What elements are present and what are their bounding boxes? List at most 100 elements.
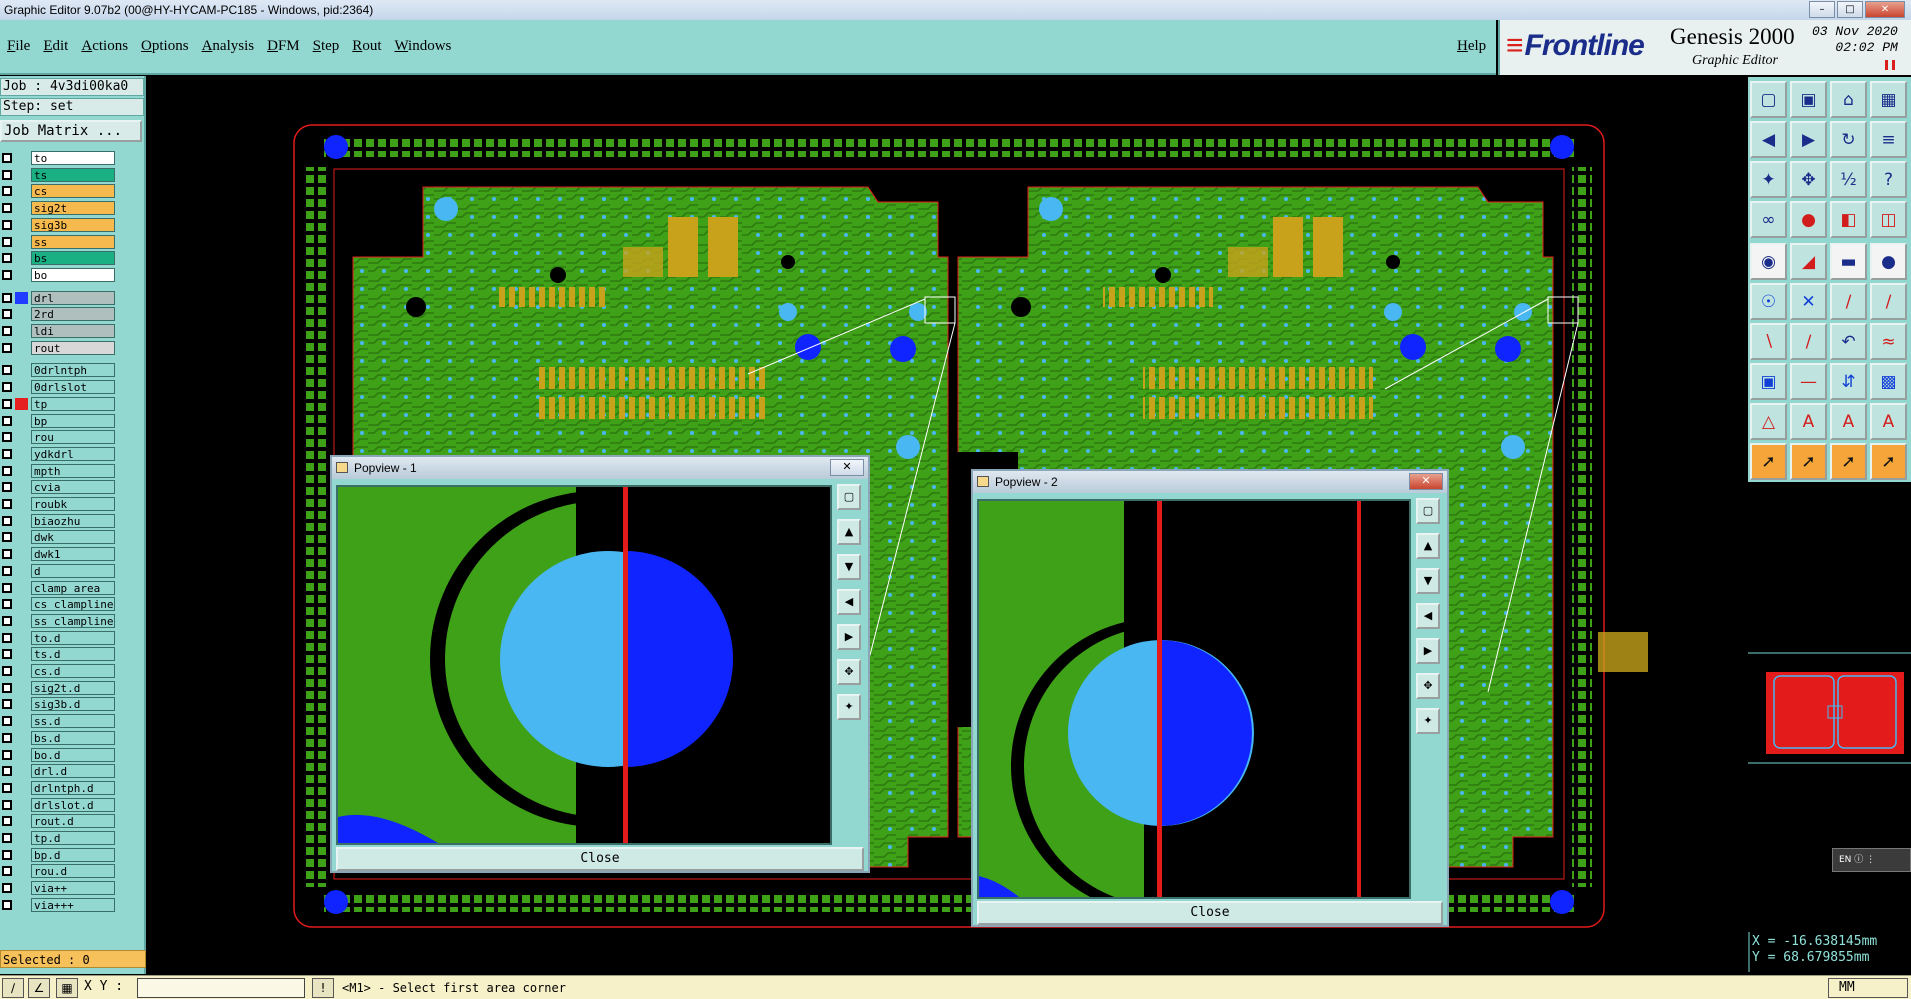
layer-row-bo-d[interactable]: bo.d [0, 747, 118, 763]
layer-name[interactable]: clamp_area [31, 580, 115, 595]
popview-1-window[interactable]: Popview - 1 ✕ ▢ ▲ ▼ ◀ ▶ ✥ ✦ Close [330, 455, 870, 873]
triangle-icon[interactable]: △ [1750, 403, 1787, 440]
layer-row-bp[interactable]: bp [0, 413, 118, 429]
layer-name[interactable]: ldi [31, 324, 115, 338]
layer-row-via-[interactable]: via+++ [0, 897, 118, 913]
layer-name[interactable]: to.d [31, 630, 115, 645]
layer-checkbox[interactable] [2, 766, 12, 777]
popview-pan-left-icon[interactable]: ◀ [1416, 603, 1440, 629]
snap-mode-icon[interactable]: ∕ [2, 978, 24, 998]
layer-name[interactable]: cs_clampline [31, 597, 115, 612]
menu-dfm[interactable]: DFM [267, 38, 300, 55]
layer-name[interactable]: dwk1 [31, 547, 115, 562]
layer-name[interactable]: cs [31, 184, 115, 199]
layer-name[interactable]: drlslot.d [31, 797, 115, 812]
layer-stack-icon[interactable]: ◫ [1870, 201, 1907, 238]
layer-name[interactable]: biaozhu [31, 513, 115, 528]
layer-name[interactable]: bp [31, 413, 115, 428]
layer-name[interactable]: roubk [31, 497, 115, 511]
redraw-icon[interactable]: ↻ [1830, 121, 1867, 158]
minimize-button[interactable]: – [1809, 1, 1835, 18]
select-arrow-icon[interactable]: ➚ [1750, 443, 1787, 480]
layer-checkbox[interactable] [2, 253, 12, 264]
layer-name[interactable]: mpth [31, 463, 115, 478]
text-a-icon[interactable]: A [1790, 403, 1827, 440]
layer-row-tp-d[interactable]: tp.d [0, 830, 118, 846]
layer-row-cs[interactable]: cs [0, 183, 118, 199]
xy-coordinate-input[interactable] [137, 978, 305, 998]
popview-2-window[interactable]: Popview - 2 ✕ ▢ ▲ ▼ ◀ ▶ ✥ ✦ Close [971, 469, 1449, 927]
snap-icon[interactable]: ● [1790, 201, 1827, 238]
popview-2-zoom-view[interactable] [977, 499, 1411, 899]
layer-checkbox[interactable] [2, 169, 12, 180]
layer-row-to-d[interactable]: to.d [0, 630, 118, 646]
layer-checkbox[interactable] [2, 615, 12, 626]
layer-name[interactable]: sig3b [31, 217, 115, 232]
layer-row-via-[interactable]: via++ [0, 880, 118, 896]
layer-checkbox[interactable] [2, 432, 12, 443]
popview-zoom-fit-icon[interactable]: ▢ [1416, 498, 1440, 524]
layer-name[interactable]: rou [31, 430, 115, 445]
popview-center-icon[interactable]: ✥ [837, 659, 861, 685]
layer-checkbox[interactable] [2, 582, 12, 593]
layer-checkbox[interactable] [2, 565, 12, 576]
popview-zoom-out-icon[interactable]: ▼ [837, 554, 861, 580]
circle-fill-icon[interactable]: ● [1870, 243, 1907, 280]
layer-checkbox[interactable] [2, 203, 12, 214]
menu-help[interactable]: Help [1457, 38, 1486, 55]
zoom-grid-icon[interactable]: ▦ [1870, 81, 1907, 118]
add-line-icon[interactable]: ∕ [1830, 283, 1867, 320]
draw-arc-icon[interactable]: ↶ [1830, 323, 1867, 360]
layer-checkbox[interactable] [2, 482, 12, 493]
align-icon[interactable]: ⇵ [1830, 363, 1867, 400]
popview-2-close-button[interactable]: Close [977, 901, 1443, 925]
popview-pan-left-icon[interactable]: ◀ [837, 589, 861, 615]
language-indicator[interactable]: EN ⓘ ⋮ [1832, 848, 1911, 872]
menu-edit[interactable]: Edit [43, 38, 68, 55]
layer-name[interactable]: bo.d [31, 747, 115, 762]
layer-name[interactable]: rout.d [31, 814, 115, 829]
layer-row-rou-d[interactable]: rou.d [0, 863, 118, 879]
layer-row-0drlntph[interactable]: 0drlntph [0, 362, 118, 378]
layer-checkbox[interactable] [2, 326, 12, 336]
layer-row-mpth[interactable]: mpth [0, 463, 118, 479]
layer-row-biaozhu[interactable]: biaozhu [0, 513, 118, 529]
layer-checkbox[interactable] [2, 716, 12, 727]
layer-row-sig2t-d[interactable]: sig2t.d [0, 680, 118, 696]
zoom-left-icon[interactable]: ◀ [1750, 121, 1787, 158]
layer-name[interactable]: ss.d [31, 714, 115, 729]
layer-checkbox[interactable] [2, 699, 12, 710]
cross-icon[interactable]: ✕ [1790, 283, 1827, 320]
popview-zoom-in-icon[interactable]: ▲ [1416, 533, 1440, 559]
menu-options[interactable]: Options [141, 38, 189, 55]
layer-checkbox[interactable] [2, 465, 12, 476]
popview-zoom-out-icon[interactable]: ▼ [1416, 568, 1440, 594]
layer-checkbox[interactable] [2, 309, 12, 320]
layer-name[interactable]: sig3b.d [31, 697, 115, 712]
dash-line-icon[interactable]: ▬ [1830, 243, 1867, 280]
popview-1-titlebar[interactable]: Popview - 1 ✕ [332, 457, 868, 479]
layer-row-dwk1[interactable]: dwk1 [0, 546, 118, 562]
layer-checkbox[interactable] [2, 899, 12, 910]
layer-name[interactable]: 0drlslot [31, 380, 115, 395]
menu-windows[interactable]: Windows [394, 38, 451, 55]
layer-checkbox[interactable] [2, 649, 12, 660]
layer-row-bs[interactable]: bs [0, 250, 118, 266]
layer-row-ts-d[interactable]: ts.d [0, 646, 118, 662]
layer-row-drl-d[interactable]: drl.d [0, 763, 118, 779]
job-matrix-button[interactable]: Job Matrix ... [0, 120, 142, 142]
popview-2-close-icon[interactable]: ✕ [1409, 473, 1443, 490]
layer-name[interactable]: 0drlntph [31, 363, 115, 378]
info-icon[interactable]: ! [312, 978, 334, 998]
layer-name[interactable]: sig2t.d [31, 680, 115, 695]
layer-name[interactable]: ss_clampline [31, 613, 115, 628]
select-net-icon[interactable]: ➚ [1830, 443, 1867, 480]
measure-icon[interactable]: ∞ [1750, 201, 1787, 238]
layer-row-rout-d[interactable]: rout.d [0, 813, 118, 829]
layer-name[interactable]: ss [31, 234, 115, 249]
popview-pan-icon[interactable]: ✦ [837, 694, 861, 720]
layer-name[interactable]: bs [31, 251, 115, 266]
popview-pan-right-icon[interactable]: ▶ [837, 624, 861, 650]
zoom-right-icon[interactable]: ▶ [1790, 121, 1827, 158]
popview-1-close-icon[interactable]: ✕ [830, 459, 864, 476]
